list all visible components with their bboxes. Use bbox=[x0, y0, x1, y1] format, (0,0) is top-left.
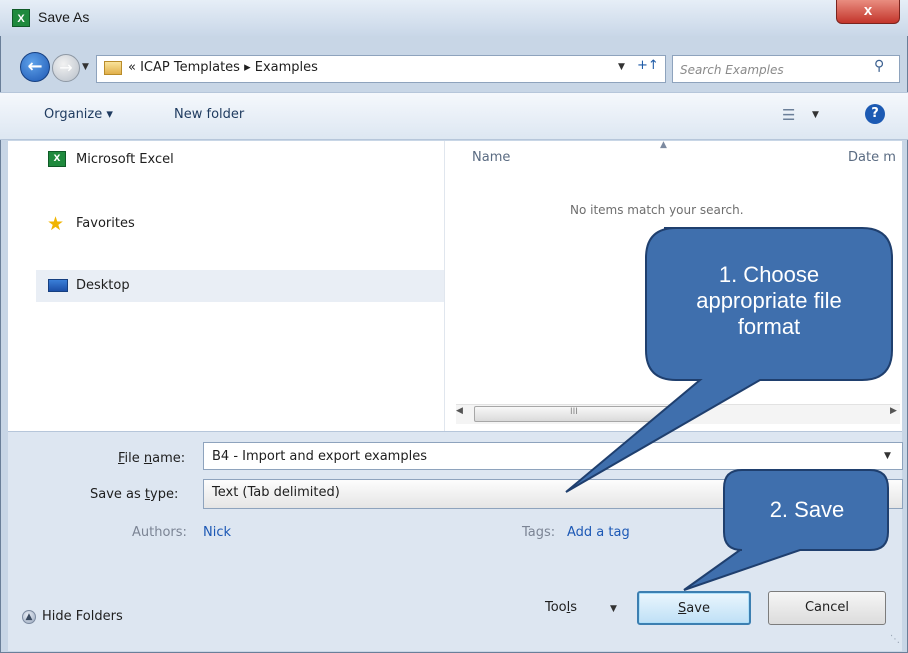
save-as-type-value: Text (Tab delimited) bbox=[212, 485, 340, 500]
forward-arrow-icon[interactable]: → bbox=[52, 54, 80, 82]
folder-icon bbox=[104, 61, 122, 75]
recent-pages-chevron-icon[interactable]: ▼ bbox=[82, 62, 89, 72]
close-button[interactable]: x bbox=[836, 0, 900, 24]
title-bar bbox=[0, 0, 908, 36]
callout-choose-format-text: 1. Choose appropriate file format bbox=[650, 262, 888, 340]
file-name-label: File name: bbox=[118, 451, 186, 466]
new-folder-button[interactable]: New folder bbox=[174, 107, 244, 122]
add-tag-link[interactable]: Add a tag bbox=[567, 525, 630, 540]
callout-line-2: appropriate file bbox=[696, 288, 842, 313]
tags-label: Tags: bbox=[522, 525, 556, 540]
star-icon: ★ bbox=[47, 213, 65, 235]
authors-value-link[interactable]: Nick bbox=[203, 525, 231, 540]
scrollbar-grip: III bbox=[570, 407, 578, 417]
file-name-field[interactable] bbox=[203, 442, 903, 470]
file-name-chevron-down-icon[interactable]: ▼ bbox=[884, 451, 891, 461]
search-input[interactable] bbox=[680, 61, 860, 79]
collapse-up-icon[interactable]: ▲ bbox=[22, 610, 36, 624]
cancel-button[interactable]: Cancel bbox=[768, 591, 886, 625]
excel-icon: X bbox=[48, 151, 66, 167]
excel-app-icon: X bbox=[12, 9, 30, 27]
callout-line-3: format bbox=[737, 314, 801, 339]
desktop-icon bbox=[48, 279, 68, 292]
scrollbar-thumb[interactable] bbox=[474, 406, 682, 422]
search-icon[interactable]: ⚲ bbox=[874, 58, 884, 74]
hide-folders-button[interactable]: Hide Folders bbox=[42, 609, 123, 624]
command-bar bbox=[0, 92, 908, 140]
sort-ascending-icon: ▲ bbox=[660, 140, 667, 150]
callout-save-text: 2. Save bbox=[769, 497, 845, 522]
callout-line-1: 1. Choose bbox=[718, 262, 820, 287]
column-header-date-modified[interactable]: Date m bbox=[848, 150, 896, 165]
authors-label: Authors: bbox=[132, 525, 187, 540]
tools-chevron-down-icon[interactable]: ▼ bbox=[610, 604, 617, 614]
breadcrumb[interactable]: « ICAP Templates ▸ Examples bbox=[128, 60, 318, 75]
address-history-chevron-icon[interactable]: ▼ bbox=[618, 62, 625, 72]
save-button[interactable]: Save bbox=[637, 591, 751, 625]
views-icon[interactable]: ☰ bbox=[782, 106, 795, 124]
sidebar-item-label: Desktop bbox=[76, 278, 130, 293]
scroll-left-icon[interactable]: ◀ bbox=[456, 406, 463, 416]
scroll-right-icon[interactable]: ▶ bbox=[890, 406, 897, 416]
help-icon[interactable]: ? bbox=[865, 104, 885, 124]
resize-grip-icon[interactable]: ⋱ bbox=[890, 634, 900, 645]
column-header-name[interactable]: Name bbox=[472, 150, 510, 165]
back-arrow-icon[interactable]: ← bbox=[20, 52, 50, 82]
refresh-icon[interactable]: +↑ bbox=[637, 58, 659, 73]
tools-menu-button[interactable]: Tools bbox=[545, 600, 577, 615]
views-chevron-down-icon[interactable]: ▼ bbox=[812, 110, 819, 120]
organize-menu-button[interactable]: Organize ▾ bbox=[44, 107, 113, 122]
sidebar-item-favorites[interactable]: Favorites bbox=[76, 216, 135, 231]
sidebar-item-microsoft-excel[interactable]: Microsoft Excel bbox=[76, 152, 174, 167]
save-as-type-label: Save as type: bbox=[90, 487, 179, 502]
window-title: Save As bbox=[38, 9, 90, 25]
empty-results-message: No items match your search. bbox=[570, 203, 744, 217]
